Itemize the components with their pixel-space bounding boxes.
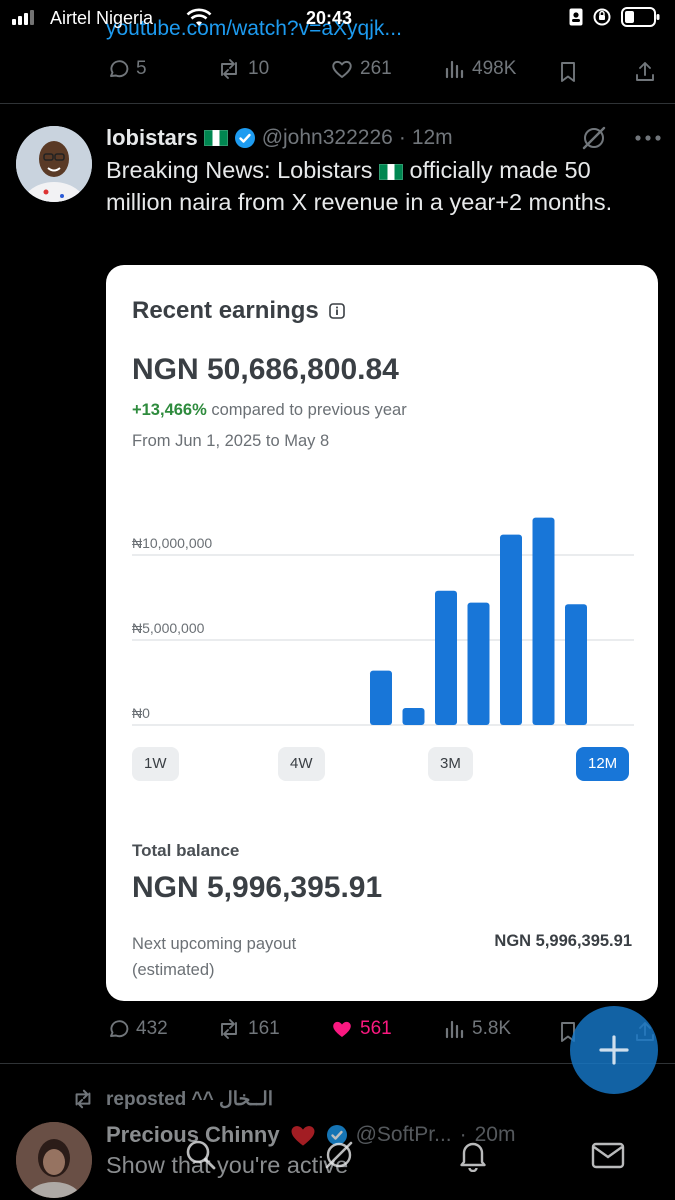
reply-icon (110, 60, 129, 78)
like-count: 261 (360, 58, 392, 79)
like-count: 561 (360, 1018, 392, 1039)
change-percent: +13,466% (132, 401, 207, 419)
repost-icon (75, 1089, 91, 1109)
status-bar: Airtel Nigeria 20:43 (0, 0, 675, 38)
more-options-icon[interactable] (634, 134, 662, 142)
bookmark-icon[interactable] (558, 60, 578, 84)
chart-bar (565, 604, 587, 725)
nigeria-flag-icon (378, 164, 403, 180)
card-title: Recent earnings (132, 297, 345, 325)
y-tick-label: ₦0 (132, 705, 150, 721)
chart-bar (402, 708, 425, 725)
handle[interactable]: @john322226 (262, 126, 393, 150)
earnings-bar-chart: ₦0 ₦5,000,000 ₦10,000,000 (132, 517, 634, 726)
reply-count: 5 (136, 58, 147, 79)
like-button[interactable]: 561 (330, 1017, 392, 1041)
views-button[interactable]: 5.8K (444, 1017, 511, 1041)
repost-button[interactable]: 10 (216, 57, 269, 81)
compose-button[interactable] (570, 1006, 658, 1094)
repost-count: 161 (248, 1018, 280, 1039)
analytics-icon (445, 60, 464, 79)
tweet-header: lobistars @john322226 · 12m (106, 122, 453, 154)
like-button[interactable]: 261 (330, 57, 392, 81)
reply-button[interactable]: 5 (106, 57, 147, 81)
display-name[interactable]: lobistars (106, 125, 198, 151)
earnings-amount: NGN 50,686,800.84 (132, 353, 399, 386)
messages-icon[interactable] (590, 1138, 626, 1172)
repost-button[interactable]: 161 (216, 1017, 280, 1041)
grok-icon[interactable] (322, 1138, 356, 1172)
timestamp: 12m (411, 126, 453, 149)
wifi-icon (186, 8, 212, 26)
orientation-lock-icon (593, 8, 611, 26)
prev-tweet-actions: 5 10 261 498K (106, 57, 656, 87)
tweet-text-start: Breaking News: Lobistars (106, 157, 373, 183)
range-button-3m[interactable]: 3M (428, 747, 473, 781)
repost-context: reposted ^^ الــخال (70, 1085, 273, 1113)
earnings-change: +13,466% compared to previous year (132, 401, 407, 420)
info-icon (328, 303, 345, 319)
repost-icon (221, 1019, 237, 1039)
verified-badge-icon (234, 128, 255, 148)
change-label: compared to previous year (206, 401, 407, 419)
earnings-card-image[interactable]: Recent earnings NGN 50,686,800.84 +13,46… (106, 265, 658, 1001)
clock: 20:43 (306, 8, 353, 28)
range-selector: 1W 4W 3M 12M (106, 747, 658, 781)
tweet-text: Breaking News: Lobistars officially made… (106, 154, 662, 218)
plus-icon (599, 1035, 629, 1065)
chart-bar (532, 517, 555, 725)
heart-filled-icon (333, 1021, 351, 1037)
views-button[interactable]: 498K (444, 57, 516, 81)
balance-amount: NGN 5,996,395.91 (132, 871, 383, 904)
tweet-divider (0, 103, 675, 104)
view-count: 5.8K (472, 1018, 512, 1039)
repost-label[interactable]: reposted ^^ الــخال (106, 1088, 273, 1111)
y-tick-label: ₦10,000,000 (132, 535, 212, 551)
contact-card-icon (569, 8, 583, 26)
chart-bar (467, 602, 490, 725)
separator-dot: · (398, 126, 406, 149)
range-button-1w[interactable]: 1W (132, 747, 179, 781)
range-button-12m[interactable]: 12M (576, 747, 630, 781)
grok-icon[interactable] (580, 124, 608, 152)
range-button-4w[interactable]: 4W (278, 747, 325, 781)
share-icon[interactable] (634, 60, 656, 84)
signal-icon (12, 10, 34, 25)
avatar[interactable] (16, 126, 92, 202)
repost-count: 10 (248, 58, 270, 79)
balance-label: Total balance (132, 841, 240, 860)
view-count: 498K (472, 58, 517, 79)
analytics-icon (445, 1020, 464, 1039)
heart-icon (332, 60, 352, 78)
chart-bar (370, 670, 392, 725)
y-tick-label: ₦5,000,000 (132, 620, 205, 636)
repost-icon (221, 59, 237, 79)
reply-count: 432 (136, 1018, 168, 1039)
reply-button[interactable]: 432 (106, 1017, 168, 1041)
carrier-name: Airtel Nigeria (50, 8, 154, 28)
nigeria-flag-icon (203, 130, 228, 146)
date-range: From Jun 1, 2025 to May 8 (132, 432, 330, 450)
chart-bar (500, 534, 522, 725)
bottom-navigation (0, 1110, 675, 1200)
battery-icon (621, 7, 660, 27)
payout-label: Next upcoming payout (estimated) (132, 935, 297, 979)
search-icon[interactable] (184, 1138, 218, 1172)
payout-amount: NGN 5,996,395.91 (494, 932, 632, 950)
notifications-bell-icon[interactable] (456, 1138, 490, 1172)
earnings-title: Recent earnings (132, 297, 319, 324)
chart-bar (435, 590, 457, 725)
reply-icon (110, 1020, 129, 1038)
